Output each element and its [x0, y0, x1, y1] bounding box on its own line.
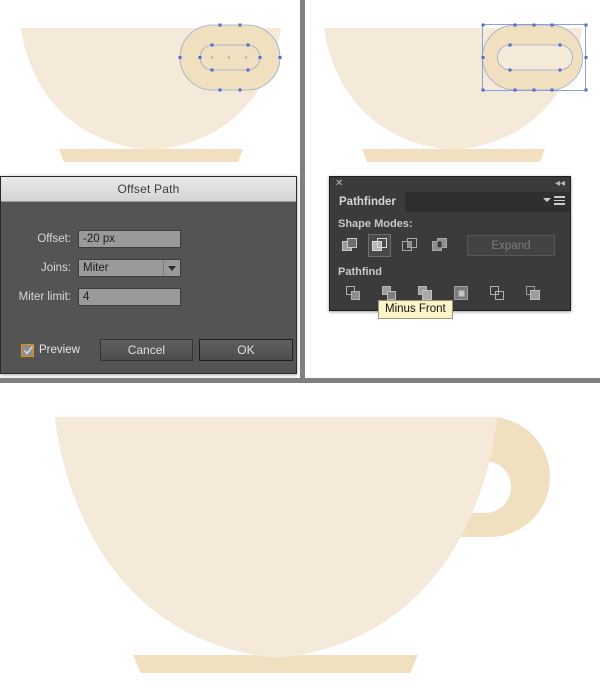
- screenshot-root: Offset Path Offset: -20 px Joins: Miter …: [0, 0, 600, 698]
- dialog-footer: Preview Cancel OK: [1, 339, 296, 361]
- miter-limit-label: Miter limit:: [18, 291, 71, 303]
- offset-input[interactable]: -20 px: [78, 230, 181, 248]
- chevron-down-icon: [168, 265, 176, 271]
- shape-modes-label: Shape Modes:: [338, 218, 413, 230]
- panel-menu-icon[interactable]: [543, 196, 565, 205]
- checkmark-icon: [23, 345, 34, 355]
- miter-limit-input[interactable]: 4: [78, 288, 181, 306]
- pane-divider-vertical: [300, 0, 305, 378]
- miter-limit-row: Miter limit: 4: [1, 288, 181, 306]
- cup-body-shape: [55, 417, 497, 658]
- joins-select-value: Miter: [83, 262, 109, 274]
- pathfinder-divide-button[interactable]: [342, 282, 365, 305]
- minus-back-icon: [526, 286, 540, 300]
- offset-label: Offset:: [37, 233, 71, 245]
- pathfinder-outline-button[interactable]: [486, 282, 509, 305]
- divide-icon: [346, 286, 360, 300]
- shape-mode-unite-button[interactable]: [338, 234, 361, 257]
- joins-select[interactable]: Miter: [78, 259, 181, 277]
- shape-mode-intersect-button[interactable]: [398, 234, 421, 257]
- pathfinder-content: Shape Modes: Expand Pathfind Minus Front: [330, 212, 570, 319]
- tab-pathfinder[interactable]: Pathfinder: [330, 192, 405, 212]
- crop-icon: [454, 286, 468, 300]
- illustration-final-cup: [55, 417, 550, 673]
- dialog-titlebar[interactable]: Offset Path: [1, 177, 296, 202]
- collapse-panel-icon[interactable]: ◂◂: [555, 179, 565, 189]
- preview-checkbox[interactable]: [21, 343, 34, 357]
- minus-front-icon: [372, 238, 387, 251]
- cancel-button[interactable]: Cancel: [99, 339, 193, 361]
- pathfinders-label: Pathfind: [338, 266, 382, 278]
- dialog-body: Offset: -20 px Joins: Miter Miter limit:…: [1, 202, 296, 373]
- preview-checkbox-wrap[interactable]: Preview: [21, 343, 80, 357]
- joins-dropdown-arrow[interactable]: [163, 260, 180, 276]
- unite-icon: [342, 238, 357, 251]
- shape-mode-exclude-button[interactable]: [428, 234, 451, 257]
- ok-button[interactable]: OK: [198, 339, 293, 361]
- pathfinder-minus-back-button[interactable]: [522, 282, 545, 305]
- pane-divider-horizontal: [0, 378, 600, 383]
- offset-path-dialog[interactable]: Offset Path Offset: -20 px Joins: Miter …: [0, 176, 297, 374]
- artboard-pane-bottom: [0, 383, 600, 698]
- saucer-shape: [59, 149, 243, 162]
- expand-button[interactable]: Expand: [467, 235, 555, 256]
- panel-menu-triangle-icon: [543, 198, 551, 203]
- pathfinder-crop-button[interactable]: [450, 282, 473, 305]
- joins-label: Joins:: [40, 262, 71, 274]
- hamburger-icon: [554, 196, 565, 205]
- shape-modes-row: Expand: [338, 234, 562, 257]
- intersect-icon: [402, 238, 417, 251]
- exclude-icon: [432, 238, 447, 251]
- tooltip-minus-front: Minus Front: [378, 300, 453, 319]
- pathfinder-panel-topbar: ✕ ◂◂: [330, 177, 570, 192]
- outline-icon: [490, 286, 504, 300]
- joins-row: Joins: Miter: [1, 259, 181, 277]
- close-icon[interactable]: ✕: [335, 179, 343, 189]
- pathfinder-tabstrip: Pathfinder: [330, 192, 570, 212]
- offset-row: Offset: -20 px: [1, 230, 181, 248]
- saucer-shape: [362, 149, 545, 162]
- shape-mode-minus-front-button[interactable]: [368, 234, 391, 257]
- pathfinder-panel[interactable]: ✕ ◂◂ Pathfinder Shape Modes: Expand Path…: [329, 176, 571, 319]
- dialog-title: Offset Path: [117, 182, 180, 196]
- preview-label: Preview: [39, 344, 80, 356]
